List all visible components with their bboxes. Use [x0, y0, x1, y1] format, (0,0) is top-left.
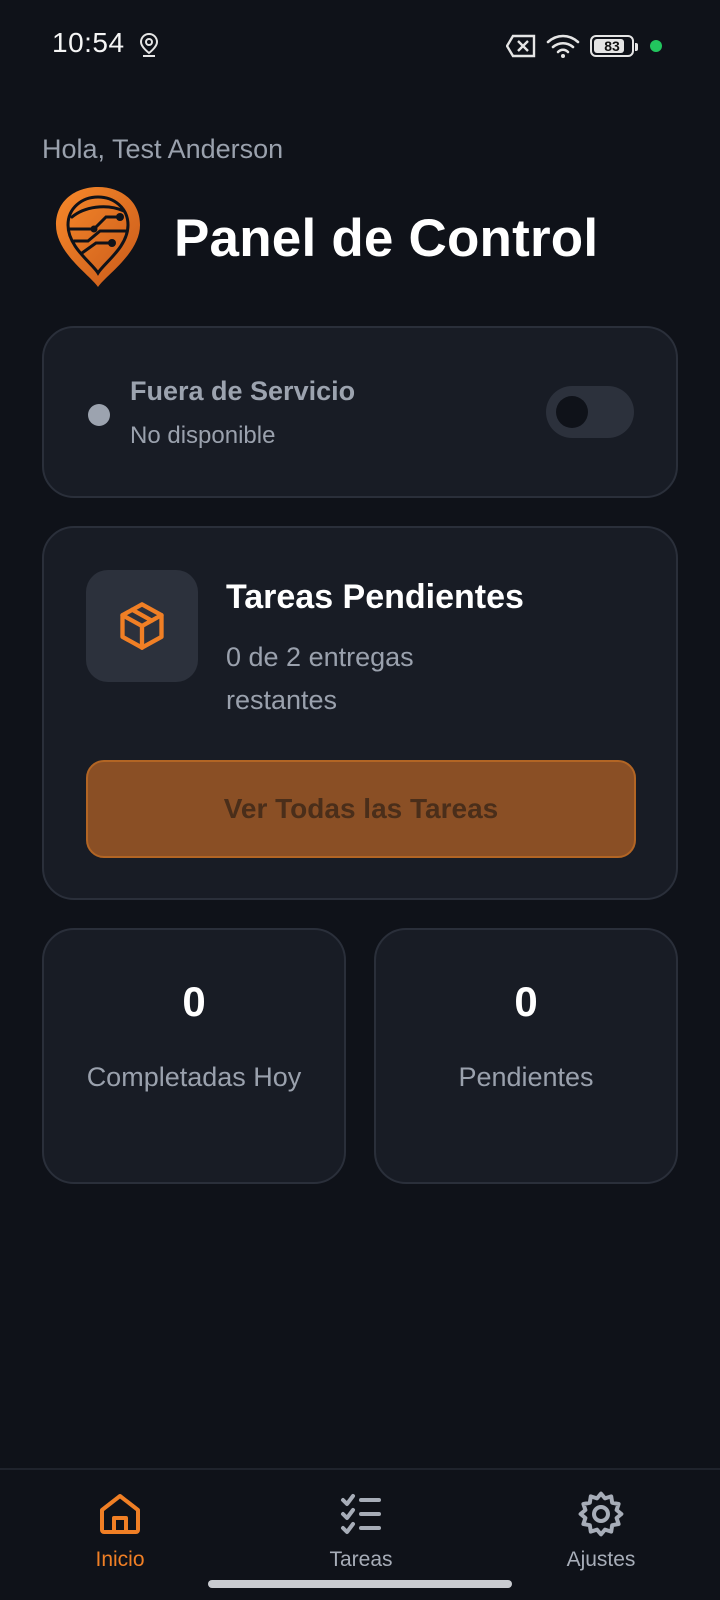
status-time: 10:54 [52, 27, 125, 58]
service-status-subtitle: No disponible [130, 422, 276, 449]
pending-count-label: Pendientes [458, 1062, 594, 1092]
pending-count-card: 0 Pendientes [374, 928, 678, 1184]
status-icons: 83 [506, 30, 662, 62]
gear-icon [578, 1491, 624, 1537]
checklist-icon [341, 1494, 381, 1534]
status-bar: 10:54 83 [0, 0, 720, 90]
nav-item-inicio[interactable]: Inicio [50, 1490, 190, 1590]
toggle-knob [556, 396, 588, 428]
nav-item-tareas[interactable]: Tareas [291, 1490, 431, 1590]
completed-today-card: 0 Completadas Hoy [42, 928, 346, 1184]
view-all-tasks-button[interactable]: Ver Todas las Tareas [86, 760, 636, 858]
greeting: Hola, Test Anderson [42, 134, 284, 164]
nav-label-inicio: Inicio [95, 1548, 145, 1571]
nav-label-tareas: Tareas [329, 1548, 393, 1571]
home-icon [100, 1494, 140, 1534]
pending-tasks-title: Tareas Pendientes [226, 578, 524, 616]
service-status-title: Fuera de Servicio [130, 376, 356, 406]
battery-level: 83 [604, 38, 620, 54]
app-logo-icon [56, 187, 140, 287]
pending-count-value: 0 [514, 978, 538, 1025]
tasks-icon-box [86, 570, 198, 682]
no-sim-icon [506, 34, 536, 58]
privacy-indicator-dot [650, 40, 662, 52]
battery-icon: 83 [590, 35, 638, 57]
wifi-icon [546, 34, 580, 58]
completed-today-label: Completadas Hoy [86, 1062, 302, 1092]
availability-toggle[interactable] [546, 386, 634, 438]
status-indicator-dot [88, 404, 110, 426]
service-status-card: Fuera de Servicio No disponible [42, 326, 678, 498]
pending-tasks-card: Tareas Pendientes 0 de 2 entregas restan… [42, 526, 678, 900]
package-icon [120, 602, 164, 650]
page-title: Panel de Control [174, 209, 599, 268]
completed-today-value: 0 [182, 978, 206, 1025]
location-icon [139, 32, 159, 57]
pending-tasks-subtitle: 0 de 2 entregas restantes [226, 642, 414, 715]
nav-item-ajustes[interactable]: Ajustes [531, 1490, 671, 1590]
nav-label-ajustes: Ajustes [566, 1548, 636, 1571]
home-indicator[interactable] [208, 1580, 512, 1588]
